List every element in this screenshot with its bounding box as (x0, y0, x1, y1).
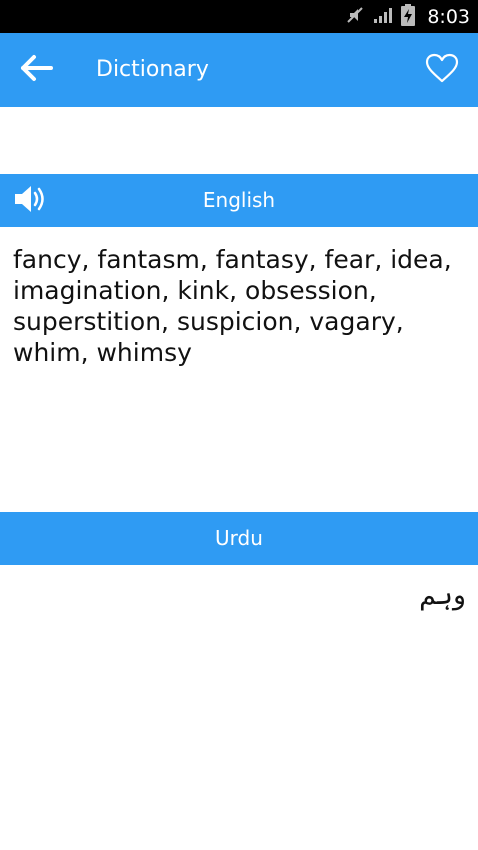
english-section-header: English (0, 174, 478, 227)
app-bar: Dictionary (0, 33, 478, 107)
battery-charging-icon (401, 3, 416, 30)
urdu-section-header: Urdu (0, 512, 478, 565)
heart-outline-icon (425, 53, 459, 87)
back-button[interactable] (16, 52, 56, 88)
arrow-left-icon (19, 54, 53, 86)
signal-icon (373, 6, 393, 28)
urdu-section-label: Urdu (215, 526, 263, 550)
urdu-translation: وہم (419, 580, 466, 611)
english-definition: fancy, fantasm, fantasy, fear, idea, ima… (13, 245, 452, 367)
page-title: Dictionary (96, 57, 209, 82)
mute-icon (345, 5, 365, 29)
status-time: 8:03 (427, 5, 470, 28)
status-icons: 8:03 (345, 0, 470, 33)
favorite-button[interactable] (424, 52, 460, 88)
status-bar: 8:03 (0, 0, 478, 33)
english-section-label: English (202, 188, 276, 212)
